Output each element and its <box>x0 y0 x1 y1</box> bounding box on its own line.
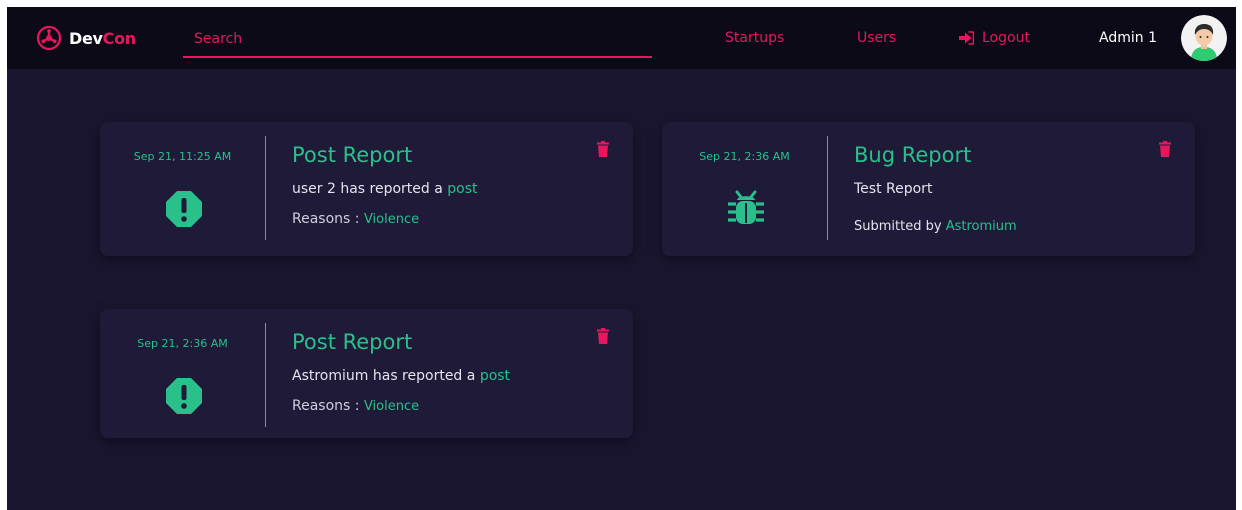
sign-out-icon <box>959 31 974 45</box>
logout-label: Logout <box>982 30 1030 46</box>
report-title: Post Report <box>292 330 413 354</box>
brand-name: DevCon <box>69 29 136 48</box>
nav-link-startups[interactable]: Startups <box>725 28 784 48</box>
card-divider <box>265 136 266 240</box>
trash-icon[interactable] <box>1159 141 1171 157</box>
search-bar <box>183 24 663 58</box>
avatar[interactable] <box>1181 15 1227 61</box>
alert-octagon-icon <box>166 378 202 414</box>
report-title: Post Report <box>292 143 413 167</box>
report-card-bug: Sep 21, 2:36 AM Bug Report Test Report S… <box>662 122 1195 256</box>
report-title: Bug Report <box>854 143 972 167</box>
report-date: Sep 21, 11:25 AM <box>133 150 232 163</box>
logout-button[interactable]: Logout <box>959 28 1030 48</box>
report-date: Sep 21, 2:36 AM <box>137 337 228 350</box>
brand[interactable]: DevCon <box>36 23 136 53</box>
reasons-label: Reasons : <box>292 398 360 414</box>
admin-name: Admin 1 <box>1099 30 1157 46</box>
card-divider <box>827 136 828 240</box>
brand-name-dev: Dev <box>69 28 103 48</box>
reporter-text: user 2 has reported a <box>292 181 443 197</box>
report-card-post: Sep 21, 11:25 AM Post Report user 2 has … <box>100 122 633 256</box>
post-link[interactable]: post <box>447 181 477 197</box>
report-description: Test Report <box>854 181 933 197</box>
report-reasons: Reasons : Violence <box>292 211 419 227</box>
report-reasons: Reasons : Violence <box>292 398 419 414</box>
trash-icon[interactable] <box>597 141 609 157</box>
report-date: Sep 21, 2:36 AM <box>699 150 790 163</box>
brand-name-con: Con <box>102 28 137 48</box>
reporter-text: Astromium has reported a <box>292 368 476 384</box>
user-avatar-icon <box>1181 15 1227 61</box>
trash-icon[interactable] <box>597 328 609 344</box>
report-description: user 2 has reported a post <box>292 181 478 197</box>
reason-value: Violence <box>363 399 420 414</box>
report-submitter: Submitted by Astromium <box>854 219 1017 234</box>
report-description: Astromium has reported a post <box>292 368 510 384</box>
devcon-logo-icon <box>36 25 62 51</box>
alert-octagon-icon <box>166 191 202 227</box>
submitter-link[interactable]: Astromium <box>946 219 1017 234</box>
bug-icon <box>728 190 764 224</box>
app-frame: DevCon Startups Users Logout Admin 1 <box>7 7 1236 510</box>
card-divider <box>265 323 266 427</box>
report-card-post: Sep 21, 2:36 AM Post Report Astromium ha… <box>100 309 633 438</box>
search-input[interactable] <box>183 24 663 54</box>
reason-value: Violence <box>363 212 420 227</box>
nav-link-users[interactable]: Users <box>857 28 896 48</box>
navbar: DevCon Startups Users Logout Admin 1 <box>7 7 1236 69</box>
post-link[interactable]: post <box>480 368 510 384</box>
reasons-label: Reasons : <box>292 211 360 227</box>
submitted-label: Submitted by <box>854 219 942 234</box>
